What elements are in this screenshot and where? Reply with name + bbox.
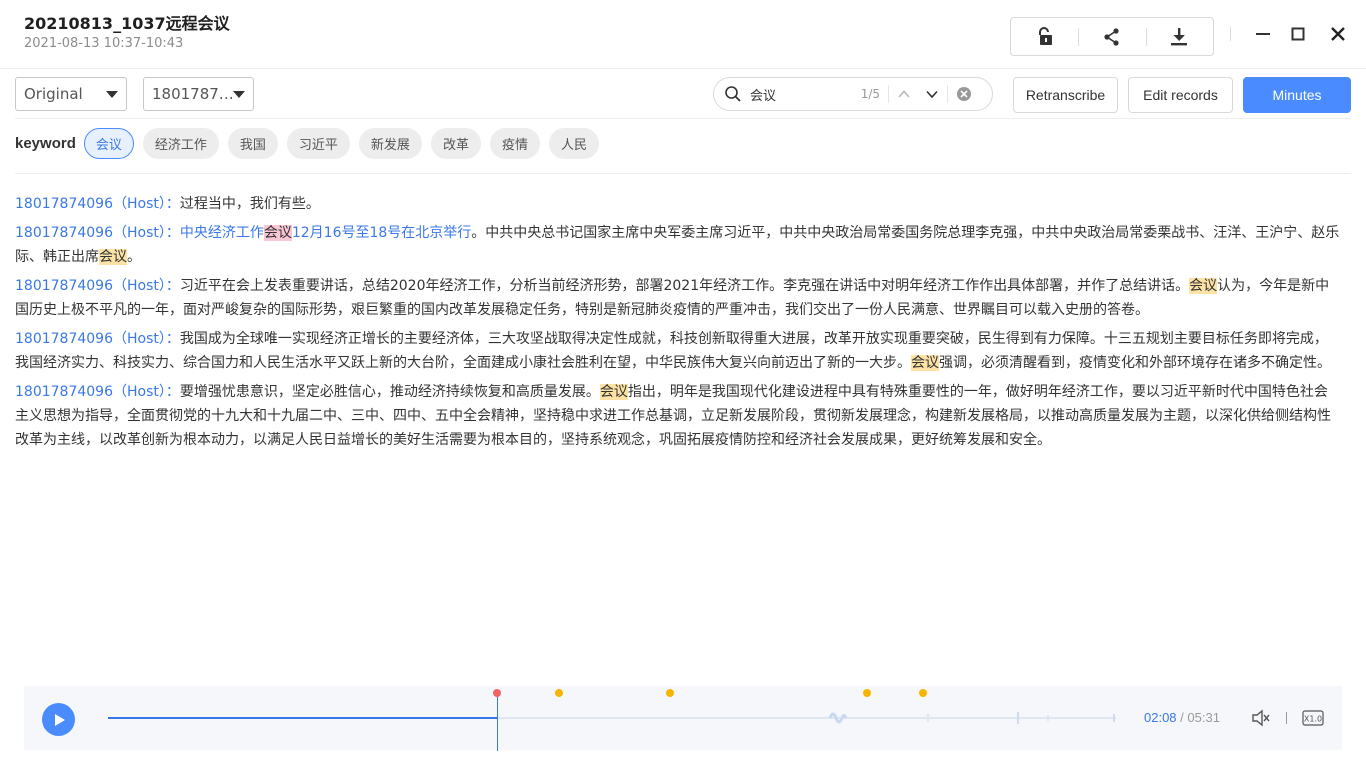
keyword-highlight: 会议 (599, 384, 628, 400)
search-divider (947, 85, 948, 103)
transcript-text: 中央经济工作 (179, 225, 264, 241)
keyword-marker[interactable] (863, 689, 872, 697)
maximize-icon (1291, 27, 1305, 41)
speaker-label[interactable]: 18017874096（Host）： (15, 384, 180, 400)
keyword-marker[interactable] (666, 689, 675, 697)
meeting-datetime: 2021-08-13 10:37-10:43 (24, 36, 184, 51)
transcript-text: 习近平在会上发表重要讲话，总结2020年经济工作，分析当前经济形势，部署2021… (179, 278, 1190, 294)
speaker-filter-select[interactable]: 1801787… (143, 77, 254, 111)
keyword-row: keyword 会议 经济工作 我国 习近平 新发展 改革 疫情 人民 (15, 128, 1351, 174)
mute-button[interactable] (1250, 708, 1272, 728)
transcript-paragraph: 18017874096（Host）：要增强忧患意识，坚定必胜信心，推动经济持续恢… (15, 380, 1341, 452)
play-button[interactable] (42, 703, 75, 736)
download-button[interactable] (1145, 18, 1213, 55)
speaker-filter-value: 1801787… (152, 85, 233, 103)
action-toolbar (1010, 17, 1214, 56)
keyword-chip[interactable]: 经济工作 (142, 128, 219, 159)
maximize-button[interactable] (1284, 20, 1312, 48)
keyword-highlight: 会议 (911, 355, 939, 371)
speaker-label[interactable]: 18017874096（Host）： (15, 278, 180, 294)
chevron-down-icon (233, 90, 245, 98)
chevron-up-icon[interactable] (897, 87, 911, 101)
keyword-chip[interactable]: 习近平 (286, 128, 350, 159)
keyword-chip[interactable]: 改革 (430, 128, 481, 159)
search-box: 1/5 (713, 77, 993, 111)
transcript-text: 12月16号至18号在北京举行 (291, 225, 472, 241)
clear-search-icon[interactable] (956, 86, 972, 102)
minutes-button[interactable]: Minutes (1243, 77, 1351, 113)
minimize-icon (1256, 33, 1270, 35)
speed-label: X1.0 (1304, 715, 1322, 724)
transcript: 18017874096（Host）：过程当中，我们有些。 18017874096（… (15, 192, 1341, 457)
transcript-text: 要增强忧患意识，坚定必胜信心，推动经济持续恢复和高质量发展。 (179, 384, 600, 400)
keyword-chip[interactable]: 我国 (227, 128, 278, 159)
search-input[interactable] (750, 86, 850, 102)
keyword-chip[interactable]: 新发展 (358, 128, 422, 159)
transcript-paragraph: 18017874096（Host）：习近平在会上发表重要讲话，总结2020年经济… (15, 274, 1341, 322)
keyword-marker[interactable] (919, 689, 928, 697)
keyword-highlight: 会议 (99, 249, 127, 265)
edit-records-button[interactable]: Edit records (1128, 77, 1233, 113)
header: 20210813_1037远程会议 2021-08-13 10:37-10:43 (0, 0, 1366, 69)
unlock-icon (1038, 26, 1052, 45)
view-mode-select[interactable]: Original (15, 77, 127, 111)
share-icon (1104, 27, 1119, 46)
transcript-text: 过程当中，我们有些。 (179, 196, 320, 212)
window-controls-divider (1230, 27, 1231, 41)
unlock-button[interactable] (1011, 18, 1078, 55)
minimize-button[interactable] (1249, 20, 1277, 48)
search-divider (888, 85, 889, 103)
keyword-chip[interactable]: 疫情 (489, 128, 540, 159)
audio-player: 02:08 / 05:31 X1.0 (24, 686, 1342, 751)
transcript-paragraph: 18017874096（Host）：我国成为全球唯一实现经济正增长的主要经济体，… (15, 327, 1341, 375)
close-button[interactable] (1324, 20, 1352, 48)
keyword-chip-list: 会议 经济工作 我国 习近平 新发展 改革 疫情 人民 (83, 128, 608, 159)
progress-track[interactable] (108, 712, 1116, 724)
chevron-down-icon (106, 90, 118, 98)
playback-speed-button[interactable]: X1.0 (1302, 708, 1324, 728)
playhead-line[interactable] (497, 693, 499, 751)
control-divider (1286, 712, 1287, 724)
speed-icon: X1.0 (1302, 710, 1324, 726)
keyword-chip[interactable]: 人民 (548, 128, 599, 159)
keyword-marker[interactable] (554, 689, 563, 697)
share-button[interactable] (1078, 18, 1145, 55)
play-icon (54, 713, 65, 726)
search-match-count: 1/5 (860, 87, 880, 101)
current-time: 02:08 (1144, 710, 1177, 725)
speaker-label[interactable]: 18017874096（Host）： (15, 331, 180, 347)
keyword-highlight: 会议 (263, 225, 292, 241)
keyword-chip[interactable]: 会议 (83, 128, 134, 159)
close-icon (1331, 27, 1345, 41)
retranscribe-button[interactable]: Retranscribe (1013, 77, 1118, 113)
time-display: 02:08 / 05:31 (1144, 710, 1220, 725)
speaker-label[interactable]: 18017874096（Host）： (15, 196, 180, 212)
chevron-down-icon[interactable] (925, 87, 939, 101)
keyword-highlight: 会议 (1189, 278, 1218, 294)
speaker-label[interactable]: 18017874096（Host）： (15, 225, 180, 241)
download-icon (1171, 27, 1188, 45)
search-icon (725, 86, 741, 102)
volume-mute-icon (1252, 709, 1270, 727)
transcript-paragraph: 18017874096（Host）：过程当中，我们有些。 (15, 192, 1341, 216)
view-mode-value: Original (24, 85, 83, 103)
transcript-toolbar: Original 1801787… 1/5 Retranscribe Edit … (15, 77, 1351, 119)
keyword-label: keyword (15, 135, 76, 152)
page-title: 20210813_1037远程会议 (24, 14, 230, 33)
total-time: 05:31 (1187, 710, 1220, 725)
transcript-text: 。 (127, 249, 141, 265)
waveform (828, 712, 1115, 724)
transcript-paragraph: 18017874096（Host）：中央经济工作会议12月16号至18号在北京举… (15, 221, 1341, 269)
transcript-text: 强调，必须清醒看到，疫情变化和外部环境存在诸多不确定性。 (939, 355, 1331, 371)
playhead-dot[interactable] (493, 689, 502, 697)
